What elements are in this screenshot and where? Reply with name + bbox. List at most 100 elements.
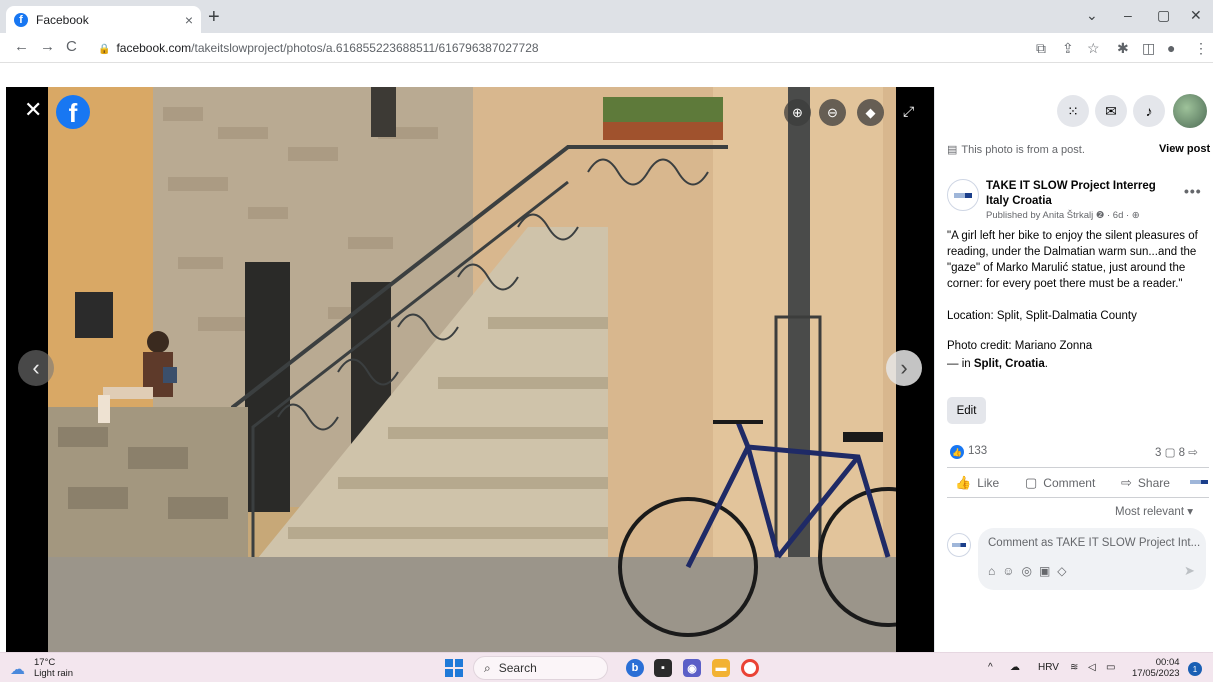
weather-desc: Light rain: [34, 668, 74, 679]
tab-facebook[interactable]: f Facebook ×: [6, 6, 201, 33]
post-doc-icon: ▤: [947, 144, 958, 156]
file-explorer-icon[interactable]: ▬: [712, 659, 730, 677]
zoom-out-icon[interactable]: ⊖: [819, 99, 846, 126]
divider-bottom: [947, 497, 1209, 498]
previous-photo-button[interactable]: ‹: [18, 350, 54, 386]
page-logo-mark: [954, 192, 972, 198]
next-photo-button[interactable]: ›: [886, 350, 922, 386]
install-app-icon[interactable]: ⧉: [1036, 40, 1046, 57]
browser-tab-bar: f Facebook × + ⌄ – ▢ ✕: [0, 0, 1213, 33]
address-bar-row: ← → C 🔒 facebook.com/takeitslowproject/ph…: [0, 33, 1213, 63]
battery-icon[interactable]: ▭: [1106, 662, 1115, 673]
from-post-text: This photo is from a post.: [961, 144, 1085, 156]
reload-icon[interactable]: C: [66, 38, 77, 55]
system-clock[interactable]: 00:04 17/05/2023: [1132, 657, 1180, 679]
like-button[interactable]: 👍 Like: [955, 475, 999, 491]
url-domain: facebook.com: [116, 41, 192, 55]
share-label: Share: [1137, 476, 1170, 490]
side-panel-icon[interactable]: ◫: [1142, 40, 1155, 57]
windows-taskbar: ☁ 17°C Light rain ⌕ Search b ▪ ◉ ▬ ^ ☁ HR…: [0, 652, 1213, 682]
minimize-button[interactable]: –: [1124, 7, 1132, 23]
comment-placeholder: Comment as TAKE IT SLOW Project Int...: [988, 537, 1201, 549]
notification-badge[interactable]: 1: [1188, 662, 1202, 676]
more-options-icon[interactable]: •••: [1184, 183, 1202, 199]
share-page-icon[interactable]: ⇪: [1062, 40, 1074, 57]
tab-title: Facebook: [36, 12, 89, 27]
bing-app-icon[interactable]: b: [626, 659, 644, 677]
clock-date: 17/05/2023: [1132, 668, 1180, 679]
edit-post-button[interactable]: Edit: [947, 397, 986, 424]
send-comment-icon[interactable]: ➤: [1184, 563, 1195, 579]
tag-icon[interactable]: ◆: [857, 99, 884, 126]
tab-search-icon[interactable]: ⌄: [1086, 7, 1098, 24]
volume-icon[interactable]: ◁: [1088, 662, 1096, 673]
new-tab-button[interactable]: +: [208, 7, 220, 27]
reaction-count[interactable]: 133: [968, 445, 987, 457]
url-path: /takeitslowproject/photos/a.616855223688…: [191, 41, 539, 55]
post-caption: "A girl left her bike to enjoy the silen…: [947, 228, 1209, 388]
divider-top: [947, 467, 1209, 468]
teams-chat-icon[interactable]: ◉: [683, 659, 701, 677]
back-icon[interactable]: ←: [14, 38, 29, 55]
like-label: Like: [977, 476, 1000, 490]
weather-icon[interactable]: ☁: [10, 660, 25, 678]
share-arrow-icon: ⇨: [1121, 475, 1132, 490]
bookmark-star-icon[interactable]: ☆: [1087, 40, 1100, 57]
comment-sort-dropdown[interactable]: Most relevant ▾: [1115, 504, 1193, 518]
comment-share-counts[interactable]: 3 ▢ 8 ⇨: [1155, 445, 1198, 459]
photo-illustration: [48, 87, 896, 652]
maximize-button[interactable]: ▢: [1157, 7, 1170, 24]
facebook-logo-icon[interactable]: f: [56, 95, 90, 129]
language-indicator[interactable]: HRV: [1038, 662, 1059, 673]
search-label: Search: [498, 661, 537, 675]
share-button[interactable]: ⇨ Share: [1121, 475, 1170, 491]
post-photo[interactable]: [48, 87, 896, 652]
forward-icon[interactable]: →: [40, 38, 55, 55]
place-link[interactable]: Split, Croatia: [974, 358, 1045, 370]
tab-close-icon[interactable]: ×: [185, 12, 193, 28]
taskbar-search[interactable]: ⌕ Search: [473, 656, 608, 680]
tray-overflow-icon[interactable]: ^: [988, 662, 993, 673]
account-avatar[interactable]: [1173, 94, 1207, 128]
page-avatar[interactable]: [947, 179, 979, 211]
wifi-icon[interactable]: ≋: [1070, 662, 1078, 673]
notifications-bell-icon[interactable]: ♪: [1133, 95, 1165, 127]
caption-photo-credit: Photo credit: Mariano Zonna: [947, 340, 1093, 352]
onedrive-icon[interactable]: ☁: [1010, 662, 1020, 673]
thumbs-up-icon: 👍: [955, 475, 972, 490]
comment-attachment-icons[interactable]: ⌂☺◎▣◇: [988, 564, 1074, 578]
search-icon: ⌕: [484, 660, 491, 675]
chrome-app-icon[interactable]: [741, 659, 759, 677]
messenger-icon[interactable]: ✉: [1095, 95, 1127, 127]
close-window-button[interactable]: ✕: [1190, 7, 1202, 24]
fullscreen-icon[interactable]: ⤢: [903, 103, 914, 120]
comment-input[interactable]: Comment as TAKE IT SLOW Project Int... ⌂…: [978, 528, 1206, 590]
facebook-favicon-icon: f: [14, 12, 28, 27]
weather-widget[interactable]: 17°C Light rain: [34, 657, 73, 679]
caption-quote: "A girl left her bike to enjoy the silen…: [947, 230, 1198, 290]
photo-viewer: ✕ f ⊕ ⊖ ◆ ⤢ ‹ ›: [6, 87, 934, 652]
start-button[interactable]: [445, 659, 463, 677]
menu-dots-icon[interactable]: ⋮: [1194, 40, 1208, 57]
menu-grid-icon[interactable]: ⁙: [1057, 95, 1089, 127]
share-as-page-icon[interactable]: [1190, 480, 1208, 484]
facebook-logo-letter: f: [68, 98, 78, 128]
comment-button[interactable]: ▢ Comment: [1025, 475, 1095, 491]
profile-icon[interactable]: ●: [1167, 40, 1175, 56]
zoom-in-icon[interactable]: ⊕: [784, 99, 811, 126]
caption-location: Location: Split, Split-Dalmatia County: [947, 310, 1137, 322]
published-by: Published by Anita Štrkalj ❷ · 6d · ⊕: [986, 210, 1140, 221]
from-post-note: ▤ This photo is from a post.: [947, 143, 1085, 156]
like-reaction-icon[interactable]: 👍: [950, 445, 964, 459]
task-view-icon[interactable]: ▪: [654, 659, 672, 677]
comment-bubble-icon: ▢: [1025, 475, 1038, 490]
extensions-icon[interactable]: ✱: [1117, 40, 1129, 57]
close-viewer-icon[interactable]: ✕: [24, 99, 42, 121]
url-field[interactable]: 🔒 facebook.com/takeitslowproject/photos/a…: [98, 41, 539, 55]
view-post-link[interactable]: View post: [1159, 143, 1210, 155]
commenter-avatar: [947, 533, 971, 557]
post-side-panel: ⁙ ✉ ♪ ▤ This photo is from a post. View p…: [934, 87, 1213, 652]
caption-place-line: — in Split, Croatia.: [947, 356, 1209, 372]
weather-temp: 17°C: [34, 657, 56, 668]
page-name-link[interactable]: TAKE IT SLOW Project Interreg Italy Croa…: [986, 179, 1176, 209]
